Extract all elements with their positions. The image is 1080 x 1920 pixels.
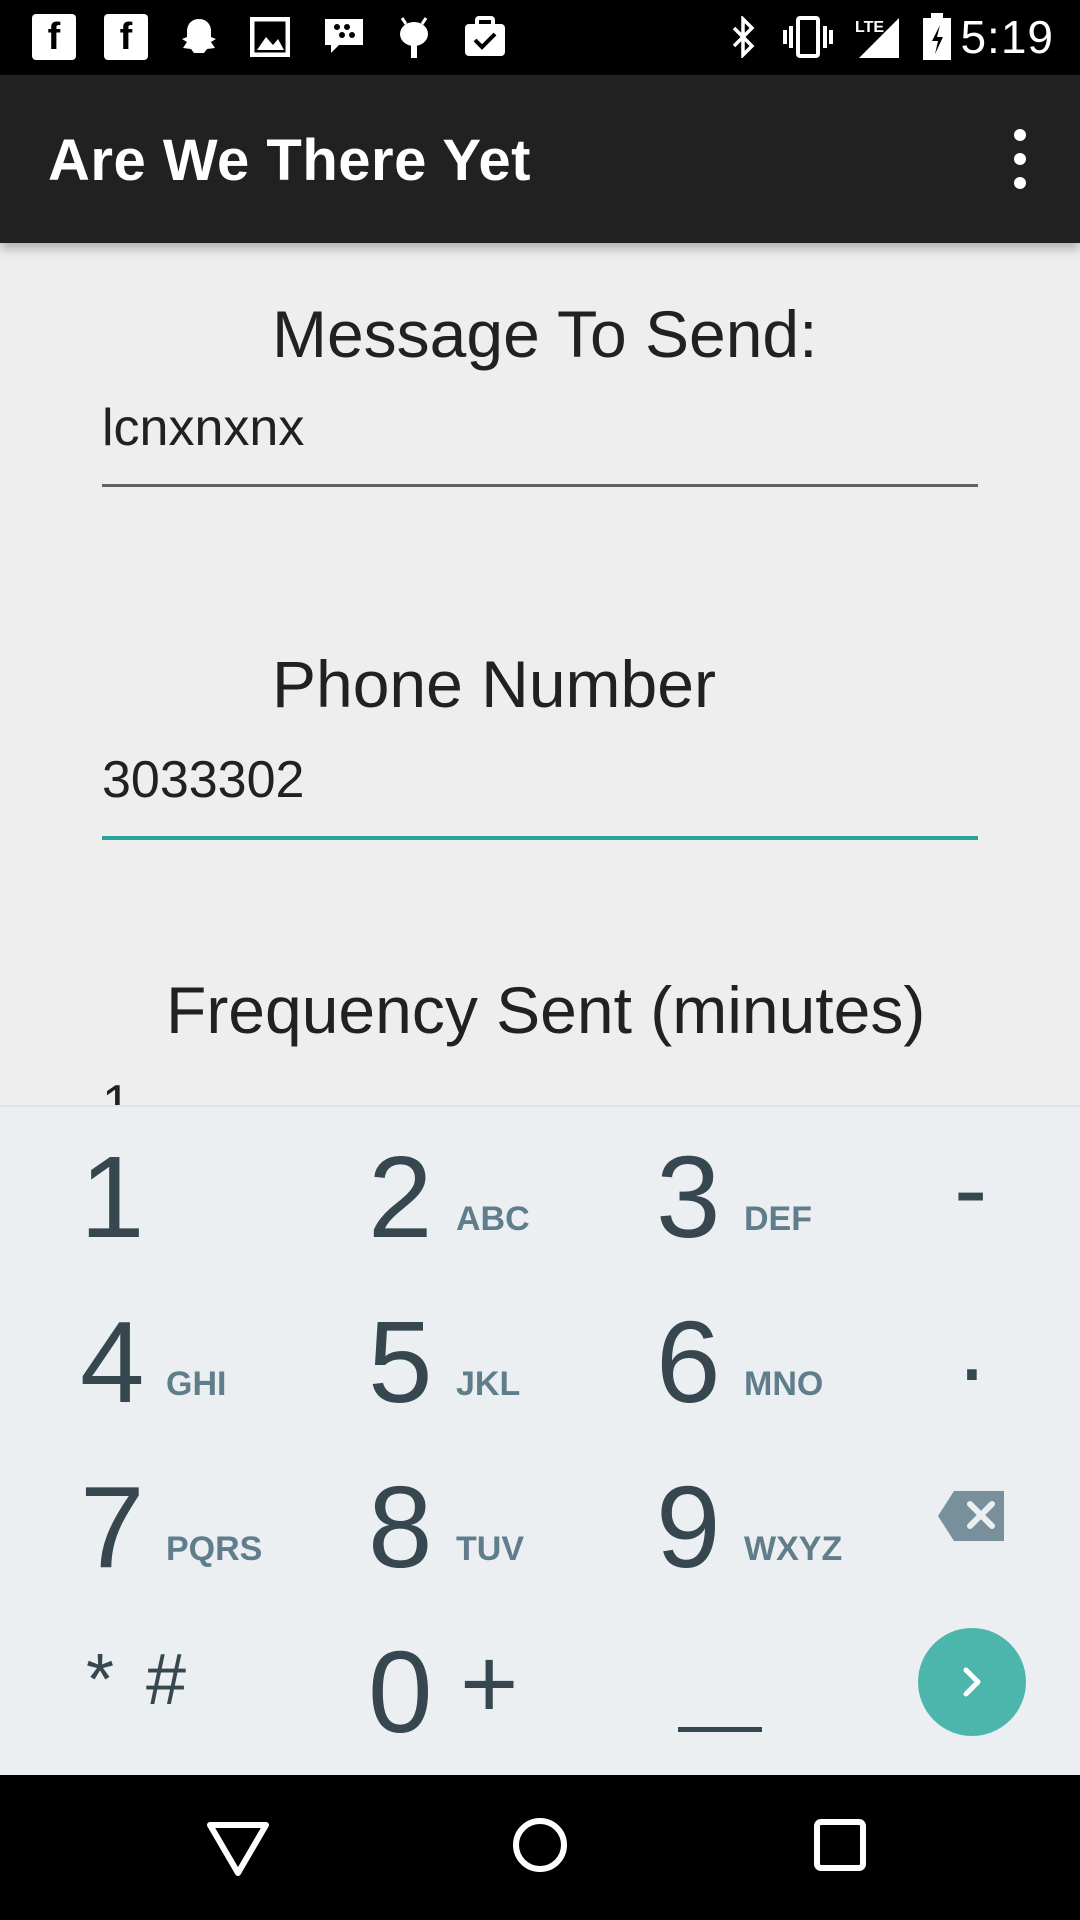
key-space[interactable] [578, 1605, 848, 1770]
bbm-icon [320, 14, 368, 60]
task-icon [462, 14, 508, 60]
key-2[interactable]: 2 ABC [290, 1110, 560, 1275]
phone-input[interactable]: 3033302 [102, 750, 978, 810]
key-dash[interactable]: - [866, 1110, 1080, 1275]
key-4[interactable]: 4 GHI [0, 1275, 270, 1440]
key-8[interactable]: 8 TUV [290, 1440, 560, 1605]
key-5[interactable]: 5 JKL [290, 1275, 560, 1440]
app-title: Are We There Yet [48, 128, 531, 193]
facebook-icon: f [32, 14, 76, 60]
phone-field[interactable]: 3033302 [102, 750, 978, 810]
navigation-bar [0, 1775, 1080, 1920]
snapchat-icon [176, 14, 222, 60]
bluetooth-icon [728, 14, 760, 60]
backspace-icon[interactable] [936, 1489, 1008, 1543]
phone-label: Phone Number [272, 647, 716, 721]
next-button[interactable] [918, 1628, 1026, 1736]
overflow-menu-icon[interactable] [1000, 129, 1040, 189]
battery-icon [920, 13, 954, 60]
message-label: Message To Send: [272, 297, 818, 371]
signal-icon: LTE [852, 14, 902, 60]
gallery-icon [248, 14, 292, 60]
phone-underline [102, 836, 978, 840]
key-6[interactable]: 6 MNO [578, 1275, 848, 1440]
frequency-label: Frequency Sent (minutes) [166, 973, 926, 1047]
status-bar: f f LTE 5:19 [0, 0, 1080, 75]
chevron-right-icon [963, 1667, 981, 1697]
message-underline [102, 484, 978, 487]
android-icon [394, 14, 434, 60]
key-star-hash[interactable]: * # [0, 1605, 270, 1770]
key-1[interactable]: 1 [0, 1110, 270, 1275]
key-7[interactable]: 7 PQRS [0, 1440, 270, 1605]
space-bar-glyph [678, 1727, 762, 1732]
recents-icon[interactable] [812, 1817, 868, 1873]
home-icon[interactable] [510, 1815, 570, 1875]
message-input[interactable]: lcnxnxnx [102, 398, 978, 458]
key-3[interactable]: 3 DEF [578, 1110, 848, 1275]
facebook-icon: f [104, 14, 148, 60]
app-bar: Are We There Yet [0, 75, 1080, 243]
key-0-plus[interactable]: 0 + [290, 1605, 560, 1770]
key-dot[interactable]: . [866, 1275, 1080, 1440]
clock: 5:19 [960, 11, 1054, 63]
vibrate-icon [780, 14, 836, 60]
key-9[interactable]: 9 WXYZ [578, 1440, 848, 1605]
message-field[interactable]: lcnxnxnx [102, 398, 978, 458]
back-icon[interactable] [206, 1815, 270, 1879]
svg-text:LTE: LTE [855, 19, 884, 36]
